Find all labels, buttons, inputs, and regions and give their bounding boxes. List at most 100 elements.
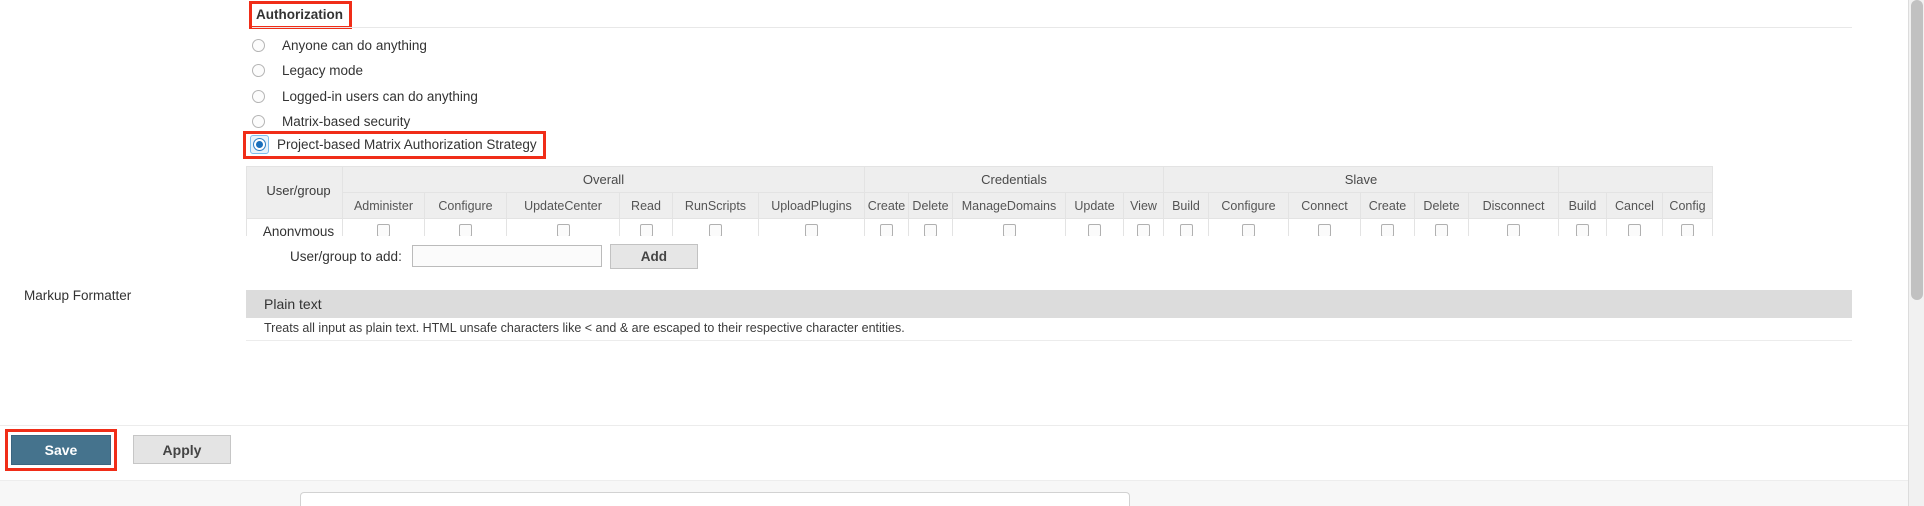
authorization-matrix-table: User/group Overall Credentials Slave Admin…	[246, 166, 1713, 236]
matrix-cell[interactable]	[1662, 218, 1713, 236]
matrix-permission-header: UpdateCenter	[506, 192, 620, 219]
permission-checkbox[interactable]	[1137, 223, 1150, 236]
permission-checkbox[interactable]	[459, 223, 472, 236]
radio-icon[interactable]	[252, 38, 265, 52]
radio-icon[interactable]	[252, 114, 265, 128]
markup-formatter-selected-value: Plain text	[264, 296, 322, 312]
permission-checkbox[interactable]	[1507, 223, 1520, 236]
matrix-cell[interactable]	[952, 218, 1066, 236]
markup-formatter-label: Markup Formatter	[24, 288, 132, 303]
matrix-permission-header: Create	[864, 192, 909, 219]
authorization-heading-highlight: Authorization	[249, 1, 352, 29]
authorization-divider	[252, 27, 1852, 28]
configure-global-security-page: Authorization Anyone can do anything Leg…	[0, 0, 1908, 506]
permission-checkbox[interactable]	[1576, 223, 1589, 236]
matrix-cell[interactable]	[342, 218, 425, 236]
permission-checkbox[interactable]	[377, 223, 390, 236]
matrix-permission-header: Build	[1163, 192, 1209, 219]
matrix-permission-header: RunScripts	[672, 192, 759, 219]
radio-icon[interactable]	[252, 63, 265, 77]
matrix-cell[interactable]	[1558, 218, 1607, 236]
matrix-cell[interactable]	[506, 218, 620, 236]
permission-checkbox[interactable]	[880, 223, 893, 236]
permission-checkbox[interactable]	[1681, 223, 1694, 236]
add-usergroup-button[interactable]: Add	[609, 243, 698, 269]
matrix-row-usergroup: Anonymous	[246, 218, 343, 236]
matrix-permission-header: Disconnect	[1468, 192, 1559, 219]
matrix-permission-header: Delete	[908, 192, 953, 219]
matrix-permission-header: Delete	[1414, 192, 1469, 219]
add-usergroup-label: User/group to add:	[290, 248, 402, 264]
matrix-group-header: Credentials	[864, 166, 1164, 193]
matrix-group-header: Overall	[342, 166, 865, 193]
radio-focus-ring	[250, 135, 269, 154]
permission-checkbox[interactable]	[1002, 223, 1016, 236]
permission-checkbox[interactable]	[1242, 223, 1255, 236]
radio-option-anyone-can-do-anything[interactable]: Anyone can do anything	[252, 34, 427, 56]
matrix-permission-header: Connect	[1288, 192, 1361, 219]
radio-option-logged-in-users-can-do-anything[interactable]: Logged-in users can do anything	[252, 85, 478, 107]
matrix-permission-header: Administer	[342, 192, 425, 219]
matrix-cell[interactable]	[424, 218, 507, 236]
matrix-cell[interactable]	[758, 218, 865, 236]
matrix-cell[interactable]	[1065, 218, 1124, 236]
matrix-cell[interactable]	[1606, 218, 1663, 236]
matrix-cell[interactable]	[1208, 218, 1289, 236]
matrix-body: Anonymous	[246, 218, 1713, 236]
matrix-cell[interactable]	[1468, 218, 1559, 236]
apply-button[interactable]: Apply	[133, 435, 231, 464]
radio-icon-selected[interactable]	[253, 138, 266, 151]
markup-divider	[246, 340, 1852, 341]
add-usergroup-row: User/group to add: Add	[246, 242, 698, 270]
permission-checkbox[interactable]	[1179, 223, 1193, 236]
matrix-cell[interactable]	[1360, 218, 1415, 236]
page-scrollbar-track[interactable]	[1908, 0, 1924, 506]
permission-checkbox[interactable]	[1088, 223, 1101, 236]
matrix-permission-header: Cancel	[1606, 192, 1663, 219]
matrix-group-header	[1558, 166, 1713, 193]
permission-checkbox[interactable]	[709, 223, 722, 236]
add-usergroup-input[interactable]	[411, 245, 602, 267]
permission-checkbox[interactable]	[1318, 223, 1331, 236]
permission-checkbox[interactable]	[805, 223, 818, 236]
matrix-permission-header: Config	[1662, 192, 1713, 219]
permission-checkbox[interactable]	[556, 223, 570, 236]
page-scrollbar-thumb[interactable]	[1911, 0, 1923, 300]
radio-label: Matrix-based security	[282, 113, 411, 129]
permission-checkbox[interactable]	[924, 223, 937, 236]
radio-label: Legacy mode	[282, 62, 364, 78]
matrix-cell[interactable]	[864, 218, 909, 236]
matrix-cell[interactable]	[672, 218, 759, 236]
matrix-permission-header: Configure	[424, 192, 507, 219]
footer-divider	[0, 425, 1908, 426]
matrix-usergroup-header: User/group	[246, 166, 343, 219]
matrix-cell[interactable]	[908, 218, 953, 236]
matrix-row: Anonymous	[246, 218, 1713, 236]
matrix-permission-header: Create	[1360, 192, 1415, 219]
matrix-cell[interactable]	[619, 218, 673, 236]
authorization-matrix-scroll[interactable]: User/group Overall Credentials Slave Admin…	[246, 166, 1908, 236]
radio-option-legacy-mode[interactable]: Legacy mode	[252, 59, 363, 81]
permission-checkbox[interactable]	[1628, 223, 1641, 236]
markup-formatter-description: Treats all input as plain text. HTML uns…	[264, 321, 905, 335]
permission-checkbox[interactable]	[639, 223, 653, 236]
matrix-cell[interactable]	[1163, 218, 1209, 236]
radio-option-project-based-matrix-authorization-strategy[interactable]: Project-based Matrix Authorization Strat…	[243, 131, 546, 159]
matrix-permission-header: Configure	[1208, 192, 1289, 219]
radio-option-matrix-based-security[interactable]: Matrix-based security	[252, 110, 410, 132]
authorization-title: Authorization	[256, 7, 343, 22]
matrix-group-header: Slave	[1163, 166, 1559, 193]
radio-label: Anyone can do anything	[282, 37, 427, 53]
permission-checkbox[interactable]	[1381, 223, 1394, 236]
matrix-cell[interactable]	[1414, 218, 1469, 236]
bottom-floating-card	[300, 492, 1130, 506]
markup-formatter-select[interactable]: Plain text	[246, 290, 1852, 318]
matrix-permission-header: Update	[1065, 192, 1124, 219]
matrix-cell[interactable]	[1288, 218, 1361, 236]
matrix-cell[interactable]	[1123, 218, 1164, 236]
matrix-permission-header: Build	[1558, 192, 1607, 219]
matrix-permission-header-row: Administer Configure UpdateCenter Read RunSc…	[247, 192, 1713, 219]
save-button[interactable]: Save	[11, 435, 111, 465]
radio-icon[interactable]	[252, 89, 265, 103]
permission-checkbox[interactable]	[1435, 223, 1448, 236]
